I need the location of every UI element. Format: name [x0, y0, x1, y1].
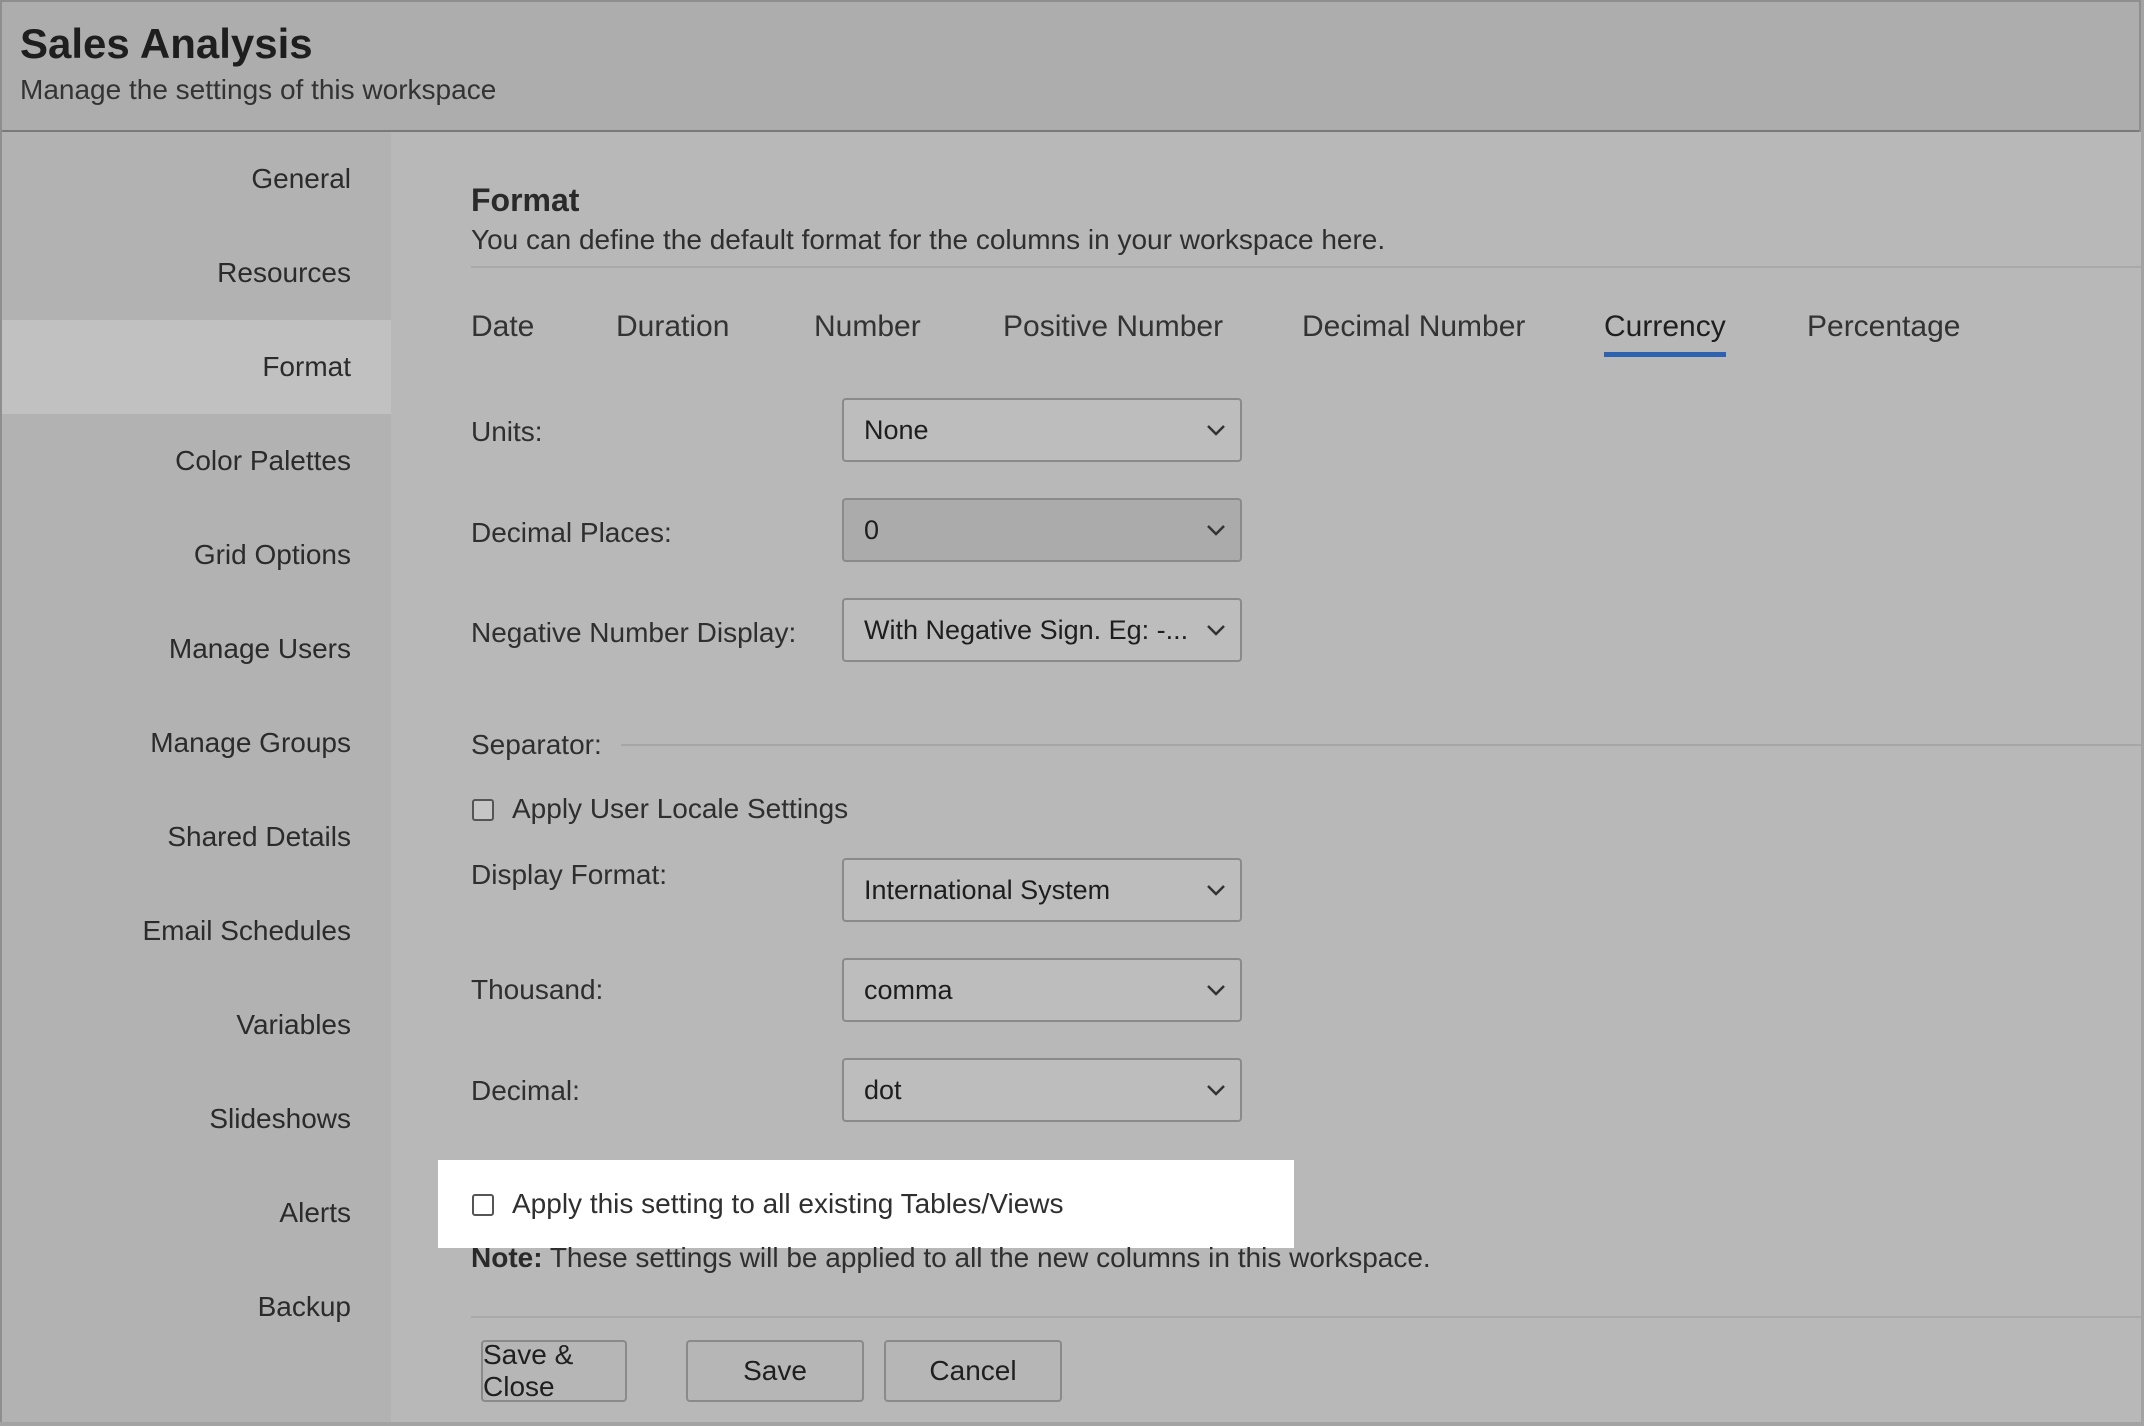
note-body: These settings will be applied to all th…	[542, 1242, 1431, 1273]
save-button[interactable]: Save	[686, 1340, 864, 1402]
sidebar-item-grid-options[interactable]: Grid Options	[2, 508, 391, 602]
note-bold: Note:	[471, 1242, 543, 1273]
chevron-down-icon	[1192, 884, 1240, 896]
thousand-label: Thousand:	[471, 974, 604, 1005]
header: Sales Analysis Manage the settings of th…	[2, 2, 2139, 132]
thousand-select[interactable]: comma	[842, 958, 1242, 1022]
units-value: None	[864, 414, 929, 445]
decimal-value: dot	[864, 1074, 902, 1105]
chevron-down-icon	[1192, 1084, 1240, 1096]
section-title: Format	[471, 182, 580, 218]
divider	[471, 266, 2141, 268]
separator-label: Separator:	[471, 729, 602, 760]
display-format-select[interactable]: International System	[842, 858, 1242, 922]
decimal-select[interactable]: dot	[842, 1058, 1242, 1122]
section-description: You can define the default format for th…	[471, 224, 1386, 255]
sidebar-item-variables[interactable]: Variables	[2, 978, 391, 1072]
sidebar-item-email-schedules[interactable]: Email Schedules	[2, 884, 391, 978]
separator-divider	[621, 744, 2141, 746]
decimal-places-label: Decimal Places:	[471, 517, 672, 548]
cancel-button[interactable]: Cancel	[884, 1340, 1062, 1402]
chevron-down-icon	[1192, 984, 1240, 996]
sidebar-item-manage-users[interactable]: Manage Users	[2, 602, 391, 696]
units-label: Units:	[471, 416, 543, 447]
sidebar-item-general[interactable]: General	[2, 132, 391, 226]
tab-percentage[interactable]: Percentage	[1807, 310, 1960, 352]
apply-all-label: Apply this setting to all existing Table…	[512, 1188, 1064, 1219]
sidebar-item-backup[interactable]: Backup	[2, 1260, 391, 1354]
decimal-places-value: 0	[864, 514, 880, 545]
tab-number[interactable]: Number	[814, 310, 921, 352]
apply-all-checkbox[interactable]	[472, 1194, 494, 1216]
chevron-down-icon	[1192, 424, 1240, 436]
decimal-label: Decimal:	[471, 1075, 580, 1106]
tab-duration[interactable]: Duration	[616, 310, 729, 352]
negative-display-label: Negative Number Display:	[471, 617, 797, 648]
chevron-down-icon	[1192, 524, 1240, 536]
chevron-down-icon	[1192, 624, 1240, 636]
note-text: Note: These settings will be applied to …	[471, 1242, 1431, 1274]
display-format-value: International System	[864, 874, 1111, 905]
negative-display-value: With Negative Sign. Eg: -...	[864, 614, 1189, 645]
decimal-places-select[interactable]: 0	[842, 498, 1242, 562]
divider	[471, 1316, 2141, 1318]
sidebar-item-shared-details[interactable]: Shared Details	[2, 790, 391, 884]
sidebar: General Resources Format Color Palettes …	[2, 132, 391, 1422]
page-title: Sales Analysis	[20, 20, 313, 67]
workspace-settings-window: Sales Analysis Manage the settings of th…	[0, 0, 2141, 1422]
apply-locale-checkbox[interactable]	[472, 799, 494, 821]
sidebar-item-color-palettes[interactable]: Color Palettes	[2, 414, 391, 508]
save-and-close-button[interactable]: Save & Close	[481, 1339, 627, 1402]
sidebar-item-format[interactable]: Format	[2, 320, 391, 414]
negative-display-select[interactable]: With Negative Sign. Eg: -...	[842, 598, 1242, 662]
tab-date[interactable]: Date	[471, 310, 534, 352]
thousand-value: comma	[864, 974, 953, 1005]
tab-currency[interactable]: Currency	[1604, 310, 1726, 357]
sidebar-item-resources[interactable]: Resources	[2, 226, 391, 320]
format-panel: Format You can define the default format…	[391, 132, 2141, 1422]
apply-locale-label: Apply User Locale Settings	[512, 793, 849, 824]
display-format-label: Display Format:	[471, 859, 668, 890]
sidebar-item-alerts[interactable]: Alerts	[2, 1166, 391, 1260]
page-subtitle: Manage the settings of this workspace	[20, 74, 497, 105]
sidebar-item-slideshows[interactable]: Slideshows	[2, 1072, 391, 1166]
units-select[interactable]: None	[842, 398, 1242, 462]
tab-positive-number[interactable]: Positive Number	[1003, 310, 1223, 352]
sidebar-item-manage-groups[interactable]: Manage Groups	[2, 696, 391, 790]
tab-decimal-number[interactable]: Decimal Number	[1302, 310, 1525, 352]
